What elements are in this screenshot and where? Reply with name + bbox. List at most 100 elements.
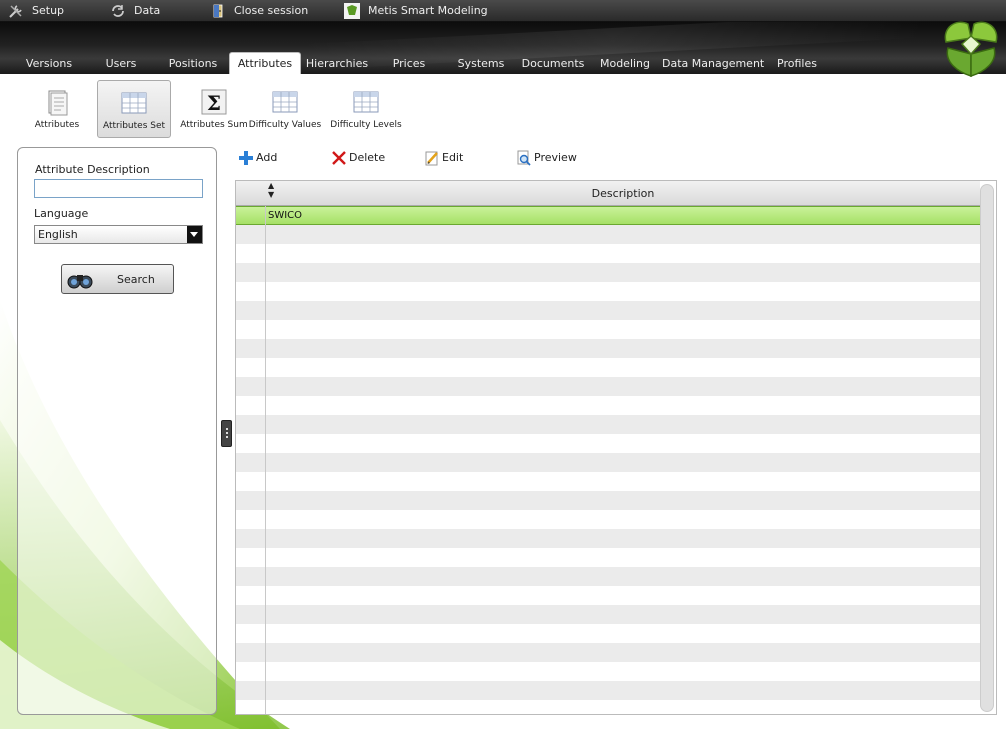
tab-attributes[interactable]: Attributes — [229, 52, 301, 74]
tab-modeling[interactable]: Modeling — [599, 54, 651, 74]
attribute-description-input[interactable] — [34, 179, 203, 198]
menu-data[interactable]: Data — [110, 0, 160, 22]
subtool-attributes-label: Attributes — [34, 120, 80, 130]
menu-metis[interactable]: Metis Smart Modeling — [344, 0, 488, 22]
sigma-icon: Σ — [201, 89, 227, 115]
edit-button[interactable]: Edit — [424, 148, 463, 168]
search-button-label: Search — [117, 273, 155, 286]
magnifier-icon — [517, 150, 531, 166]
table-row-empty[interactable] — [236, 567, 980, 586]
edit-button-label: Edit — [442, 151, 464, 164]
menu-setup-label: Setup — [32, 4, 65, 17]
brand-logo-icon — [944, 21, 998, 78]
language-select[interactable]: English — [34, 225, 203, 244]
table-row-empty[interactable] — [236, 643, 980, 662]
table-row-empty[interactable] — [236, 472, 980, 491]
tab-users[interactable]: Users — [98, 54, 144, 74]
table-row-empty[interactable] — [236, 301, 980, 320]
subtool-difficulty-values[interactable]: Difficulty Values — [248, 80, 322, 138]
table-row-empty[interactable] — [236, 605, 980, 624]
table-row-empty[interactable] — [236, 358, 980, 377]
table-row-empty[interactable] — [236, 282, 980, 301]
plus-icon — [239, 151, 253, 165]
delete-button[interactable]: Delete — [331, 148, 385, 168]
attributes-subtoolbar: Attributes Attributes Set Σ Attributes S… — [0, 74, 1006, 142]
subtool-attributes-sum[interactable]: Σ Attributes Sum — [177, 80, 251, 138]
tab-documents[interactable]: Documents — [521, 54, 585, 74]
main-nav-header: Versions Users Positions Attributes Hier… — [0, 22, 1006, 74]
table-icon — [121, 92, 147, 114]
table-row-empty[interactable] — [236, 244, 980, 263]
row-selector-column-header[interactable]: ▲ ▼ — [236, 181, 274, 206]
top-menubar: Setup Data Close session Metis Smart Mod… — [0, 0, 1006, 22]
table-row-empty[interactable] — [236, 548, 980, 567]
add-button[interactable]: Add — [238, 148, 277, 168]
door-icon — [213, 4, 223, 18]
column-header-description[interactable]: Description — [266, 181, 980, 206]
search-button[interactable]: Search — [61, 264, 174, 294]
table-row-empty[interactable] — [236, 586, 980, 605]
refresh-icon — [112, 5, 124, 17]
language-select-value: English — [38, 228, 78, 241]
add-button-label: Add — [256, 151, 278, 164]
attribute-description-label: Attribute Description — [35, 163, 150, 176]
grid-header: ▲ ▼ Description — [236, 181, 980, 206]
language-label: Language — [34, 207, 89, 220]
table-cell-description: SWICO — [268, 210, 303, 221]
menu-close-session[interactable]: Close session — [210, 0, 308, 22]
menu-setup[interactable]: Setup — [8, 0, 64, 22]
pencil-icon — [425, 151, 438, 166]
table-row-empty[interactable] — [236, 225, 980, 244]
table-row-empty[interactable] — [236, 510, 980, 529]
tab-hierarchies[interactable]: Hierarchies — [304, 54, 370, 74]
panel-splitter-handle[interactable] — [221, 420, 232, 447]
subtool-attributes-set[interactable]: Attributes Set — [97, 80, 171, 138]
table-row-empty[interactable] — [236, 491, 980, 510]
table-row-empty[interactable] — [236, 434, 980, 453]
table-row-empty[interactable] — [236, 453, 980, 472]
table-row-empty[interactable] — [236, 339, 980, 358]
delete-button-label: Delete — [349, 151, 386, 164]
tab-systems[interactable]: Systems — [456, 54, 506, 74]
tab-prices[interactable]: Prices — [388, 54, 430, 74]
menu-metis-label: Metis Smart Modeling — [368, 4, 488, 17]
attributes-set-grid: ▲ ▼ Description SWICO — [235, 180, 997, 715]
table-row-empty[interactable] — [236, 681, 980, 700]
table-row-empty[interactable] — [236, 700, 980, 714]
table-row-empty[interactable] — [236, 263, 980, 282]
vertical-scrollbar[interactable] — [980, 184, 994, 712]
subtool-attributes[interactable]: Attributes — [20, 80, 94, 138]
table-row-empty[interactable] — [236, 662, 980, 681]
subtool-difficulty-values-label: Difficulty Values — [248, 120, 322, 130]
filter-panel: Attribute Description Language English S… — [17, 147, 217, 715]
table-row-empty[interactable] — [236, 624, 980, 643]
subtool-attributes-set-label: Attributes Set — [102, 121, 166, 131]
app-logo-icon — [344, 3, 360, 19]
column-divider — [265, 206, 266, 714]
chevron-down-icon[interactable] — [187, 226, 202, 243]
table-row-empty[interactable] — [236, 320, 980, 339]
menu-close-session-label: Close session — [234, 4, 309, 17]
grid-body: SWICO — [236, 206, 980, 714]
table-icon — [272, 91, 298, 113]
svg-text:Σ: Σ — [207, 91, 221, 115]
tools-icon — [9, 5, 22, 18]
tab-versions[interactable]: Versions — [20, 54, 78, 74]
menu-data-label: Data — [134, 4, 161, 17]
table-row-empty[interactable] — [236, 529, 980, 548]
table-icon — [353, 91, 379, 113]
tab-positions[interactable]: Positions — [164, 54, 222, 74]
binoculars-icon — [67, 275, 93, 289]
subtool-difficulty-levels-label: Difficulty Levels — [330, 120, 402, 130]
delete-x-icon — [332, 151, 346, 165]
tab-profiles[interactable]: Profiles — [774, 54, 820, 74]
subtool-difficulty-levels[interactable]: Difficulty Levels — [329, 80, 403, 138]
table-row-empty[interactable] — [236, 377, 980, 396]
preview-button[interactable]: Preview — [516, 148, 577, 168]
table-row-empty[interactable] — [236, 415, 980, 434]
tab-data-management[interactable]: Data Management — [662, 54, 764, 74]
table-row-empty[interactable] — [236, 396, 980, 415]
preview-button-label: Preview — [534, 151, 577, 164]
document-icon — [48, 90, 68, 116]
table-row[interactable]: SWICO — [236, 206, 980, 225]
